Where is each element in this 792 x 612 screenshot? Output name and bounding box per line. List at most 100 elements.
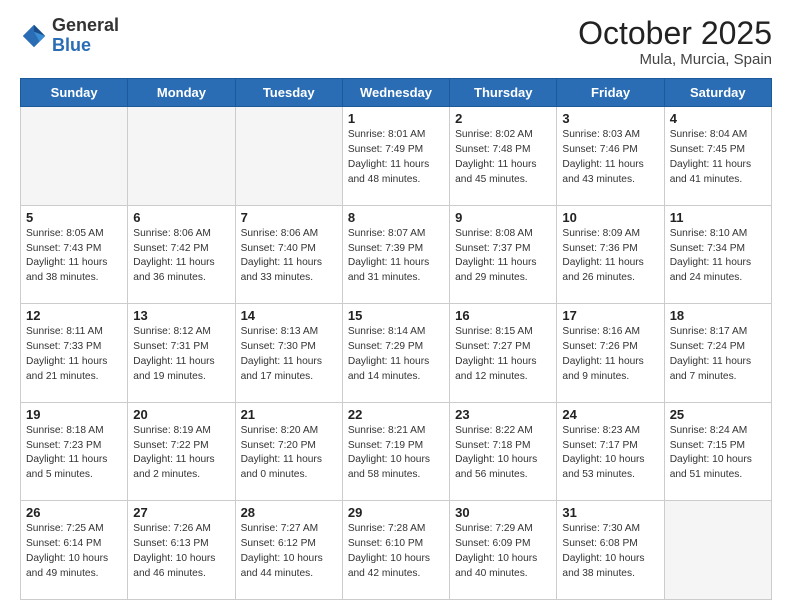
day-info: Sunrise: 8:04 AM Sunset: 7:45 PM Dayligh…	[670, 128, 766, 187]
weekday-header-wednesday: Wednesday	[342, 79, 449, 107]
calendar-day-28: 28 Sunrise: 7:27 AM Sunset: 6:12 PM Dayli…	[235, 501, 342, 600]
day-info: Sunrise: 8:02 AM Sunset: 7:48 PM Dayligh…	[455, 128, 551, 187]
calendar-empty	[664, 501, 771, 600]
calendar-day-31: 31 Sunrise: 7:30 AM Sunset: 6:08 PM Dayli…	[557, 501, 664, 600]
day-number: 10	[562, 210, 658, 225]
calendar-empty	[235, 107, 342, 206]
title-block: October 2025 Mula, Murcia, Spain	[578, 16, 772, 68]
calendar-day-5: 5Sunrise: 8:05 AM Sunset: 7:43 PM Daylig…	[21, 205, 128, 304]
calendar-day-21: 21 Sunrise: 8:20 AM Sunset: 7:20 PM Dayli…	[235, 402, 342, 501]
day-info: Sunrise: 8:12 AM Sunset: 7:31 PM Dayligh…	[133, 325, 229, 384]
day-number: 18	[670, 308, 766, 323]
day-number: 6	[133, 210, 229, 225]
day-number: 27	[133, 505, 229, 520]
location-title: Mula, Murcia, Spain	[578, 51, 772, 68]
calendar-week-2: 5Sunrise: 8:05 AM Sunset: 7:43 PM Daylig…	[21, 205, 772, 304]
calendar-week-4: 19Sunrise: 8:18 AM Sunset: 7:23 PM Dayli…	[21, 402, 772, 501]
calendar-day-6: 6 Sunrise: 8:06 AM Sunset: 7:42 PM Daylig…	[128, 205, 235, 304]
calendar-day-1: 1Sunrise: 8:01 AM Sunset: 7:49 PM Daylig…	[342, 107, 449, 206]
day-number: 23	[455, 407, 551, 422]
day-info: Sunrise: 7:25 AM Sunset: 6:14 PM Dayligh…	[26, 522, 122, 581]
calendar-day-2: 2Sunrise: 8:02 AM Sunset: 7:48 PM Daylig…	[450, 107, 557, 206]
day-number: 7	[241, 210, 337, 225]
weekday-header-sunday: Sunday	[21, 79, 128, 107]
day-info: Sunrise: 8:03 AM Sunset: 7:46 PM Dayligh…	[562, 128, 658, 187]
calendar-day-24: 24Sunrise: 8:23 AM Sunset: 7:17 PM Dayli…	[557, 402, 664, 501]
day-number: 4	[670, 111, 766, 126]
day-number: 9	[455, 210, 551, 225]
calendar-day-12: 12 Sunrise: 8:11 AM Sunset: 7:33 PM Dayli…	[21, 304, 128, 403]
month-title: October 2025	[578, 16, 772, 51]
calendar-week-1: 1Sunrise: 8:01 AM Sunset: 7:49 PM Daylig…	[21, 107, 772, 206]
day-info: Sunrise: 8:17 AM Sunset: 7:24 PM Dayligh…	[670, 325, 766, 384]
day-number: 25	[670, 407, 766, 422]
day-number: 31	[562, 505, 658, 520]
day-info: Sunrise: 8:09 AM Sunset: 7:36 PM Dayligh…	[562, 227, 658, 286]
weekday-header-tuesday: Tuesday	[235, 79, 342, 107]
logo-icon	[20, 22, 48, 50]
weekday-header-thursday: Thursday	[450, 79, 557, 107]
calendar-day-15: 15 Sunrise: 8:14 AM Sunset: 7:29 PM Dayli…	[342, 304, 449, 403]
calendar-day-14: 14 Sunrise: 8:13 AM Sunset: 7:30 PM Dayli…	[235, 304, 342, 403]
day-number: 17	[562, 308, 658, 323]
day-number: 16	[455, 308, 551, 323]
calendar-week-3: 12 Sunrise: 8:11 AM Sunset: 7:33 PM Dayli…	[21, 304, 772, 403]
logo-general: General	[52, 15, 119, 35]
calendar-day-8: 8 Sunrise: 8:07 AM Sunset: 7:39 PM Daylig…	[342, 205, 449, 304]
day-number: 13	[133, 308, 229, 323]
calendar-week-5: 26Sunrise: 7:25 AM Sunset: 6:14 PM Dayli…	[21, 501, 772, 600]
day-info: Sunrise: 8:07 AM Sunset: 7:39 PM Dayligh…	[348, 227, 444, 286]
header: General Blue October 2025 Mula, Murcia, …	[20, 16, 772, 68]
calendar-day-11: 11Sunrise: 8:10 AM Sunset: 7:34 PM Dayli…	[664, 205, 771, 304]
day-number: 22	[348, 407, 444, 422]
day-info: Sunrise: 8:05 AM Sunset: 7:43 PM Dayligh…	[26, 227, 122, 286]
day-number: 11	[670, 210, 766, 225]
weekday-header-friday: Friday	[557, 79, 664, 107]
day-info: Sunrise: 8:19 AM Sunset: 7:22 PM Dayligh…	[133, 424, 229, 483]
day-number: 20	[133, 407, 229, 422]
calendar-table: SundayMondayTuesdayWednesdayThursdayFrid…	[20, 78, 772, 600]
day-info: Sunrise: 8:08 AM Sunset: 7:37 PM Dayligh…	[455, 227, 551, 286]
calendar-empty	[128, 107, 235, 206]
calendar-day-9: 9 Sunrise: 8:08 AM Sunset: 7:37 PM Daylig…	[450, 205, 557, 304]
calendar-day-19: 19Sunrise: 8:18 AM Sunset: 7:23 PM Dayli…	[21, 402, 128, 501]
day-info: Sunrise: 8:13 AM Sunset: 7:30 PM Dayligh…	[241, 325, 337, 384]
day-info: Sunrise: 7:28 AM Sunset: 6:10 PM Dayligh…	[348, 522, 444, 581]
calendar-day-18: 18 Sunrise: 8:17 AM Sunset: 7:24 PM Dayli…	[664, 304, 771, 403]
weekday-header-row: SundayMondayTuesdayWednesdayThursdayFrid…	[21, 79, 772, 107]
calendar-day-17: 17Sunrise: 8:16 AM Sunset: 7:26 PM Dayli…	[557, 304, 664, 403]
logo-blue: Blue	[52, 35, 91, 55]
day-info: Sunrise: 8:24 AM Sunset: 7:15 PM Dayligh…	[670, 424, 766, 483]
day-info: Sunrise: 8:06 AM Sunset: 7:42 PM Dayligh…	[133, 227, 229, 286]
calendar-day-3: 3 Sunrise: 8:03 AM Sunset: 7:46 PM Daylig…	[557, 107, 664, 206]
calendar-day-22: 22 Sunrise: 8:21 AM Sunset: 7:19 PM Dayli…	[342, 402, 449, 501]
day-info: Sunrise: 8:23 AM Sunset: 7:17 PM Dayligh…	[562, 424, 658, 483]
day-info: Sunrise: 7:27 AM Sunset: 6:12 PM Dayligh…	[241, 522, 337, 581]
calendar-day-13: 13 Sunrise: 8:12 AM Sunset: 7:31 PM Dayli…	[128, 304, 235, 403]
page: General Blue October 2025 Mula, Murcia, …	[0, 0, 792, 612]
day-number: 3	[562, 111, 658, 126]
calendar-day-16: 16Sunrise: 8:15 AM Sunset: 7:27 PM Dayli…	[450, 304, 557, 403]
day-number: 28	[241, 505, 337, 520]
day-number: 14	[241, 308, 337, 323]
day-info: Sunrise: 7:26 AM Sunset: 6:13 PM Dayligh…	[133, 522, 229, 581]
day-info: Sunrise: 8:20 AM Sunset: 7:20 PM Dayligh…	[241, 424, 337, 483]
calendar-day-23: 23Sunrise: 8:22 AM Sunset: 7:18 PM Dayli…	[450, 402, 557, 501]
day-info: Sunrise: 8:11 AM Sunset: 7:33 PM Dayligh…	[26, 325, 122, 384]
day-info: Sunrise: 8:21 AM Sunset: 7:19 PM Dayligh…	[348, 424, 444, 483]
day-number: 12	[26, 308, 122, 323]
day-number: 21	[241, 407, 337, 422]
calendar-day-25: 25 Sunrise: 8:24 AM Sunset: 7:15 PM Dayli…	[664, 402, 771, 501]
calendar-day-10: 10 Sunrise: 8:09 AM Sunset: 7:36 PM Dayli…	[557, 205, 664, 304]
day-info: Sunrise: 7:30 AM Sunset: 6:08 PM Dayligh…	[562, 522, 658, 581]
calendar-day-30: 30Sunrise: 7:29 AM Sunset: 6:09 PM Dayli…	[450, 501, 557, 600]
calendar-empty	[21, 107, 128, 206]
calendar-day-20: 20 Sunrise: 8:19 AM Sunset: 7:22 PM Dayli…	[128, 402, 235, 501]
day-info: Sunrise: 8:01 AM Sunset: 7:49 PM Dayligh…	[348, 128, 444, 187]
day-number: 15	[348, 308, 444, 323]
calendar-day-4: 4 Sunrise: 8:04 AM Sunset: 7:45 PM Daylig…	[664, 107, 771, 206]
day-info: Sunrise: 8:14 AM Sunset: 7:29 PM Dayligh…	[348, 325, 444, 384]
calendar-day-29: 29Sunrise: 7:28 AM Sunset: 6:10 PM Dayli…	[342, 501, 449, 600]
day-number: 8	[348, 210, 444, 225]
calendar-day-7: 7Sunrise: 8:06 AM Sunset: 7:40 PM Daylig…	[235, 205, 342, 304]
